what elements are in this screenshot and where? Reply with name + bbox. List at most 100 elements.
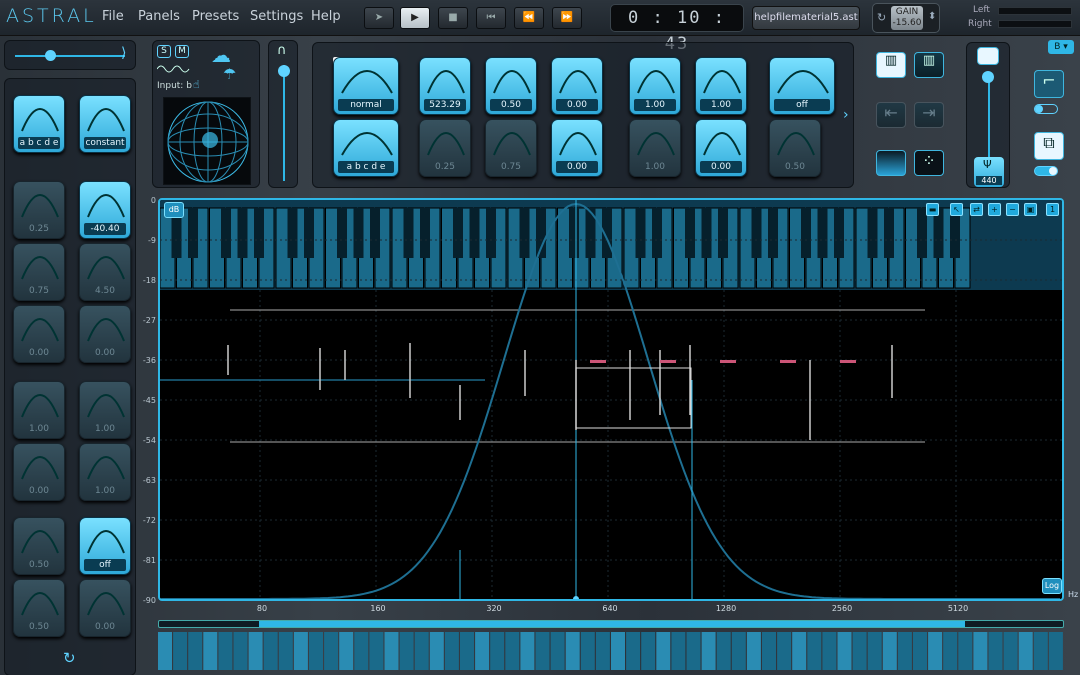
top-knob-1[interactable]: normal (333, 57, 399, 115)
left-knob-3-1[interactable]: 0.75 (13, 243, 65, 301)
folder-tool[interactable]: ▬ (926, 203, 939, 216)
top-knob-6[interactable]: 1.00 (695, 57, 747, 115)
tuning-slider-track (988, 73, 990, 165)
left-knob-5-1[interactable]: 1.00 (13, 381, 65, 439)
play-button[interactable]: ▶ (400, 7, 430, 29)
top-knob-4[interactable]: 0.00 (551, 57, 603, 115)
left-knob-2-2[interactable]: -40.40 (79, 181, 131, 239)
stop-button[interactable]: ■ (438, 7, 468, 29)
cloud-icon[interactable]: ☁ (211, 43, 231, 67)
menu-settings[interactable]: Settings (250, 9, 303, 24)
left-knob-7-2[interactable]: off (79, 517, 131, 575)
shift-right-button[interactable]: ⇥ (914, 102, 944, 128)
swap-tool[interactable]: ⇄ (970, 203, 983, 216)
envelope-button[interactable]: ⌐ (1034, 70, 1064, 98)
black-key (469, 208, 480, 258)
left-knob-1-2[interactable]: constant (79, 95, 131, 153)
chevron-right-icon[interactable]: › (843, 107, 849, 123)
solo-button[interactable]: S (157, 45, 171, 58)
left-knob-8-2[interactable]: 0.00 (79, 579, 131, 637)
top-knob-row2-3[interactable]: 0.75 (485, 119, 537, 177)
y-tick-label: -36 (142, 356, 156, 365)
left-knob-8-1[interactable]: 0.50 (13, 579, 65, 637)
mini-key (278, 632, 293, 670)
top-knob-row2-7[interactable]: 0.50 (769, 119, 821, 177)
top-knob-7[interactable]: off (769, 57, 835, 115)
file-name-button[interactable]: helpfilematerial5.ast (752, 6, 860, 30)
one-to-one-tool[interactable]: 1 (1046, 203, 1059, 216)
tuning-fork-button[interactable]: Ψ 440 (974, 157, 1004, 187)
toggle-1[interactable] (1034, 104, 1058, 114)
menu-panels[interactable]: Panels (138, 9, 180, 24)
top-knob-3[interactable]: 0.50 (485, 57, 537, 115)
range-scrollbar-thumb[interactable] (259, 621, 965, 627)
skip-start-button[interactable]: ⏮ (476, 7, 506, 29)
left-knob-5-2[interactable]: 1.00 (79, 381, 131, 439)
mini-key (203, 632, 218, 670)
gain-control[interactable]: ↻ GAIN -15.60 ⬍ (872, 3, 940, 33)
left-knob-6-1[interactable]: 0.00 (13, 443, 65, 501)
send-button[interactable]: ➤ (364, 7, 394, 29)
keyboard-icon[interactable] (977, 47, 999, 65)
dots-button[interactable]: ⁘ (914, 150, 944, 176)
mixer-button[interactable]: ⧉ (1034, 132, 1064, 160)
left-knob-4-2[interactable]: 0.00 (79, 305, 131, 363)
peak-marker (590, 360, 606, 363)
db-button[interactable]: dB (164, 202, 184, 218)
mini-key (867, 632, 882, 670)
x-tick-label: 5120 (947, 604, 969, 613)
rewind-button[interactable]: ⏪ (514, 7, 544, 29)
piano-alt-button[interactable]: ▥ (914, 52, 944, 78)
left-knob-2-1[interactable]: 0.25 (13, 181, 65, 239)
zoom-in-tool[interactable]: + (988, 203, 1001, 216)
globe-view[interactable] (163, 97, 251, 185)
gain-value: -15.60 (892, 18, 922, 28)
fit-tool[interactable]: ▣ (1024, 203, 1037, 216)
menu-help[interactable]: Help (311, 9, 341, 24)
mute-button[interactable]: M (175, 45, 189, 58)
hand-icon[interactable]: ☝ (193, 78, 200, 91)
toggle-2[interactable] (1034, 166, 1058, 176)
pointer-tool[interactable]: ↖ (950, 203, 963, 216)
log-button[interactable]: Log (1042, 578, 1062, 594)
menu-presets[interactable]: Presets (192, 9, 239, 24)
left-knob-8-1-value: 0.50 (28, 622, 50, 632)
left-knob-7-1[interactable]: 0.50 (13, 517, 65, 575)
shift-left-button[interactable]: ⇤ (876, 102, 906, 128)
refresh-icon[interactable]: ↻ (63, 649, 76, 667)
fast-forward-button[interactable]: ⏩ (552, 7, 582, 29)
x-tick-label: 1280 (715, 604, 737, 613)
mini-keyboard[interactable] (158, 632, 1064, 670)
left-knob-4-1[interactable]: 0.00 (13, 305, 65, 363)
top-knob-row2-1[interactable]: a b c d e (333, 119, 399, 177)
spectrum-graph[interactable] (158, 198, 1064, 601)
env-slider-track (283, 65, 285, 181)
top-knob-5[interactable]: 1.00 (629, 57, 681, 115)
mini-key (369, 632, 384, 670)
top-knob-row2-6[interactable]: 0.00 (695, 119, 747, 177)
top-knob-row2-2[interactable]: 0.25 (419, 119, 471, 177)
range-scrollbar[interactable] (158, 620, 1064, 628)
left-knob-6-2[interactable]: 1.00 (79, 443, 131, 501)
piano-button[interactable]: ▥ (876, 52, 906, 78)
left-knob-3-2[interactable]: 4.50 (79, 243, 131, 301)
menu-file[interactable]: File (102, 9, 124, 24)
gain-stepper-icon[interactable]: ⬍ (928, 11, 936, 22)
env-slider-handle[interactable] (278, 65, 290, 77)
gradient-button[interactable] (876, 150, 906, 176)
black-key (652, 208, 662, 258)
top-knob-row2-4[interactable]: 0.00 (551, 119, 603, 177)
mini-key (716, 632, 731, 670)
umbrella-icon[interactable]: ☂ (223, 65, 236, 83)
app-logo: ASTRAL (6, 5, 97, 27)
top-knob-row2-5[interactable]: 1.00 (629, 119, 681, 177)
zoom-out-tool[interactable]: − (1006, 203, 1019, 216)
tuning-slider-handle[interactable] (982, 71, 994, 83)
gain-label: GAIN (895, 7, 919, 17)
master-slider-handle[interactable] (45, 50, 56, 61)
left-knob-1-1[interactable]: a b c d e (13, 95, 65, 153)
top-knob-2[interactable]: 523.29 (419, 57, 471, 115)
channel-select[interactable]: B ▾ (1048, 40, 1074, 54)
refresh-icon[interactable]: ↻ (877, 11, 886, 24)
curve-icon (21, 256, 59, 280)
